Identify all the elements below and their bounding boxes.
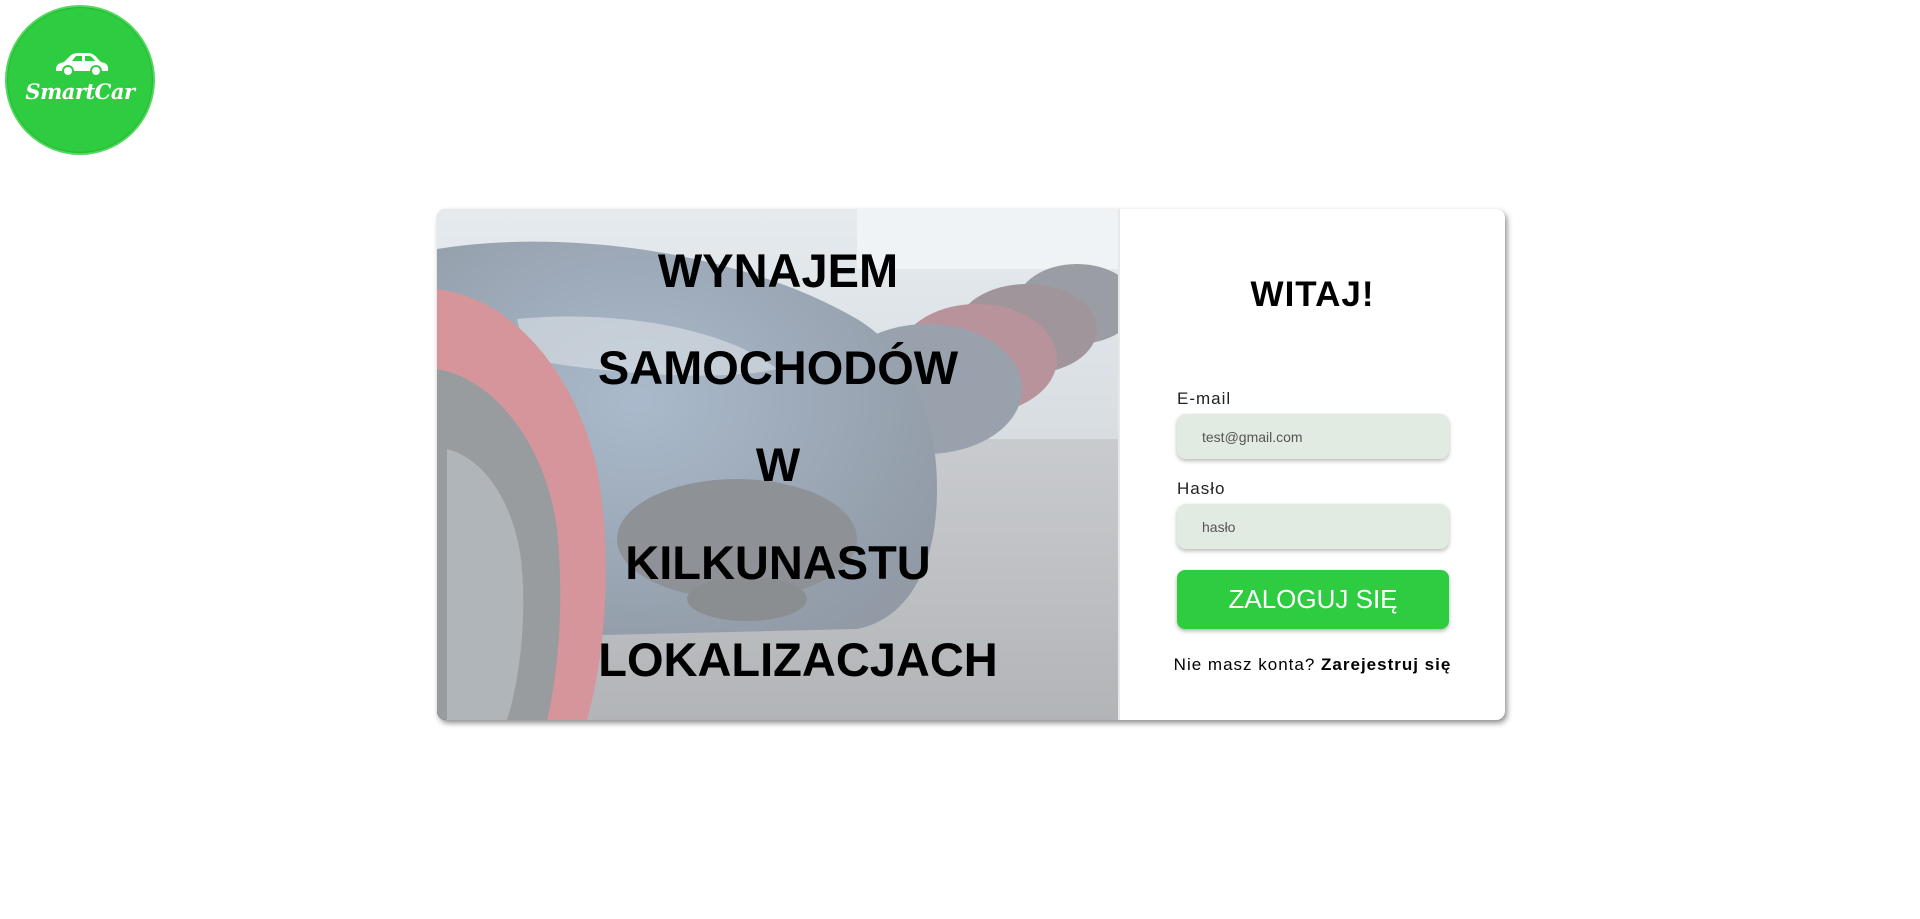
register-link[interactable]: Zarejestruj się (1321, 655, 1451, 674)
email-field[interactable] (1177, 414, 1449, 459)
hero-line: SAMOCHODÓW (597, 341, 959, 394)
hero-line: W (755, 438, 801, 491)
login-card: WYNAJEM SAMOCHODÓW W KILKUNASTU LOKALIZA… (437, 209, 1505, 720)
login-form: WITAJ! E-mail Hasło ZALOGUJ SIĘ Nie masz… (1118, 209, 1505, 720)
hero-panel: WYNAJEM SAMOCHODÓW W KILKUNASTU LOKALIZA… (437, 209, 1118, 720)
password-field[interactable] (1177, 504, 1449, 549)
login-title: WITAJ! (1250, 275, 1375, 314)
hero-line: WYNAJEM (657, 244, 899, 297)
signup-prompt: Nie masz konta? Zarejestruj się (1120, 655, 1505, 675)
hero-line: LOKALIZACJACH (598, 633, 998, 686)
logo-text: SmartCar (25, 78, 135, 104)
password-label: Hasło (1177, 479, 1226, 498)
hero-headline: WYNAJEM SAMOCHODÓW W KILKUNASTU LOKALIZA… (437, 209, 1118, 720)
smartcar-logo[interactable]: SmartCar (5, 5, 155, 155)
car-icon (56, 52, 108, 77)
hero-line: KILKUNASTU (625, 536, 931, 589)
login-button[interactable]: ZALOGUJ SIĘ (1177, 570, 1449, 629)
no-account-text: Nie masz konta? (1173, 655, 1316, 674)
email-label: E-mail (1177, 389, 1232, 408)
